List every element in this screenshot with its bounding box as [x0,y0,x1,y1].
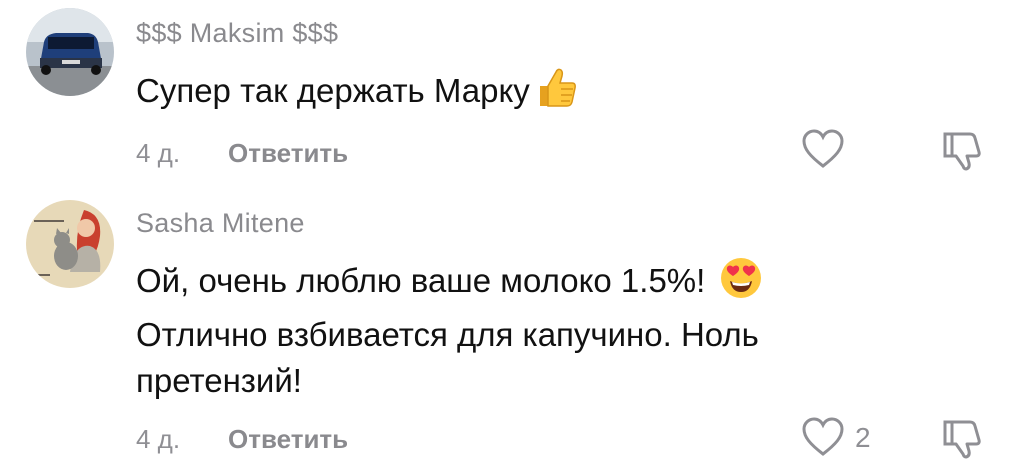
avatar[interactable] [26,8,114,96]
like-button[interactable] [800,128,846,175]
heart-icon [802,417,844,456]
heart-icon [802,129,844,168]
thumbs-down-icon [943,132,981,171]
comment-text: Супер так держать Марку [136,66,876,122]
avatar[interactable] [26,200,114,288]
comment-text: Ой, очень люблю ваше молоко 1.5%! Отличн… [136,256,876,404]
comment-text-line: Ой, очень люблю ваше молоко 1.5%! [136,262,706,299]
username[interactable]: $$$ Maksim $$$ [136,18,338,49]
heart-eyes-icon [719,256,763,312]
thumbs-down-icon [943,420,981,459]
reply-button[interactable]: Ответить [228,424,348,455]
comment-time: 4 д. [136,138,181,168]
comment-text-line: Отлично взбивается для капучино. Ноль пр… [136,316,759,399]
drawing-avatar-image [26,200,114,288]
comment-item: Sasha Mitene Ой, очень люблю ваше молоко… [0,200,1024,476]
like-count: 2 [855,422,871,453]
dislike-button[interactable] [940,418,986,465]
thumbs-up-icon [534,66,578,122]
like-button[interactable] [800,416,846,463]
car-avatar-image [26,8,114,96]
reply-button[interactable]: Ответить [228,138,348,169]
comment-time: 4 д. [136,424,181,454]
comment-text-body: Супер так держать Марку [136,72,530,109]
dislike-button[interactable] [940,130,986,177]
username[interactable]: Sasha Mitene [136,208,305,239]
comment-item: $$$ Maksim $$$ Супер так держать Марку 4… [0,0,1024,200]
